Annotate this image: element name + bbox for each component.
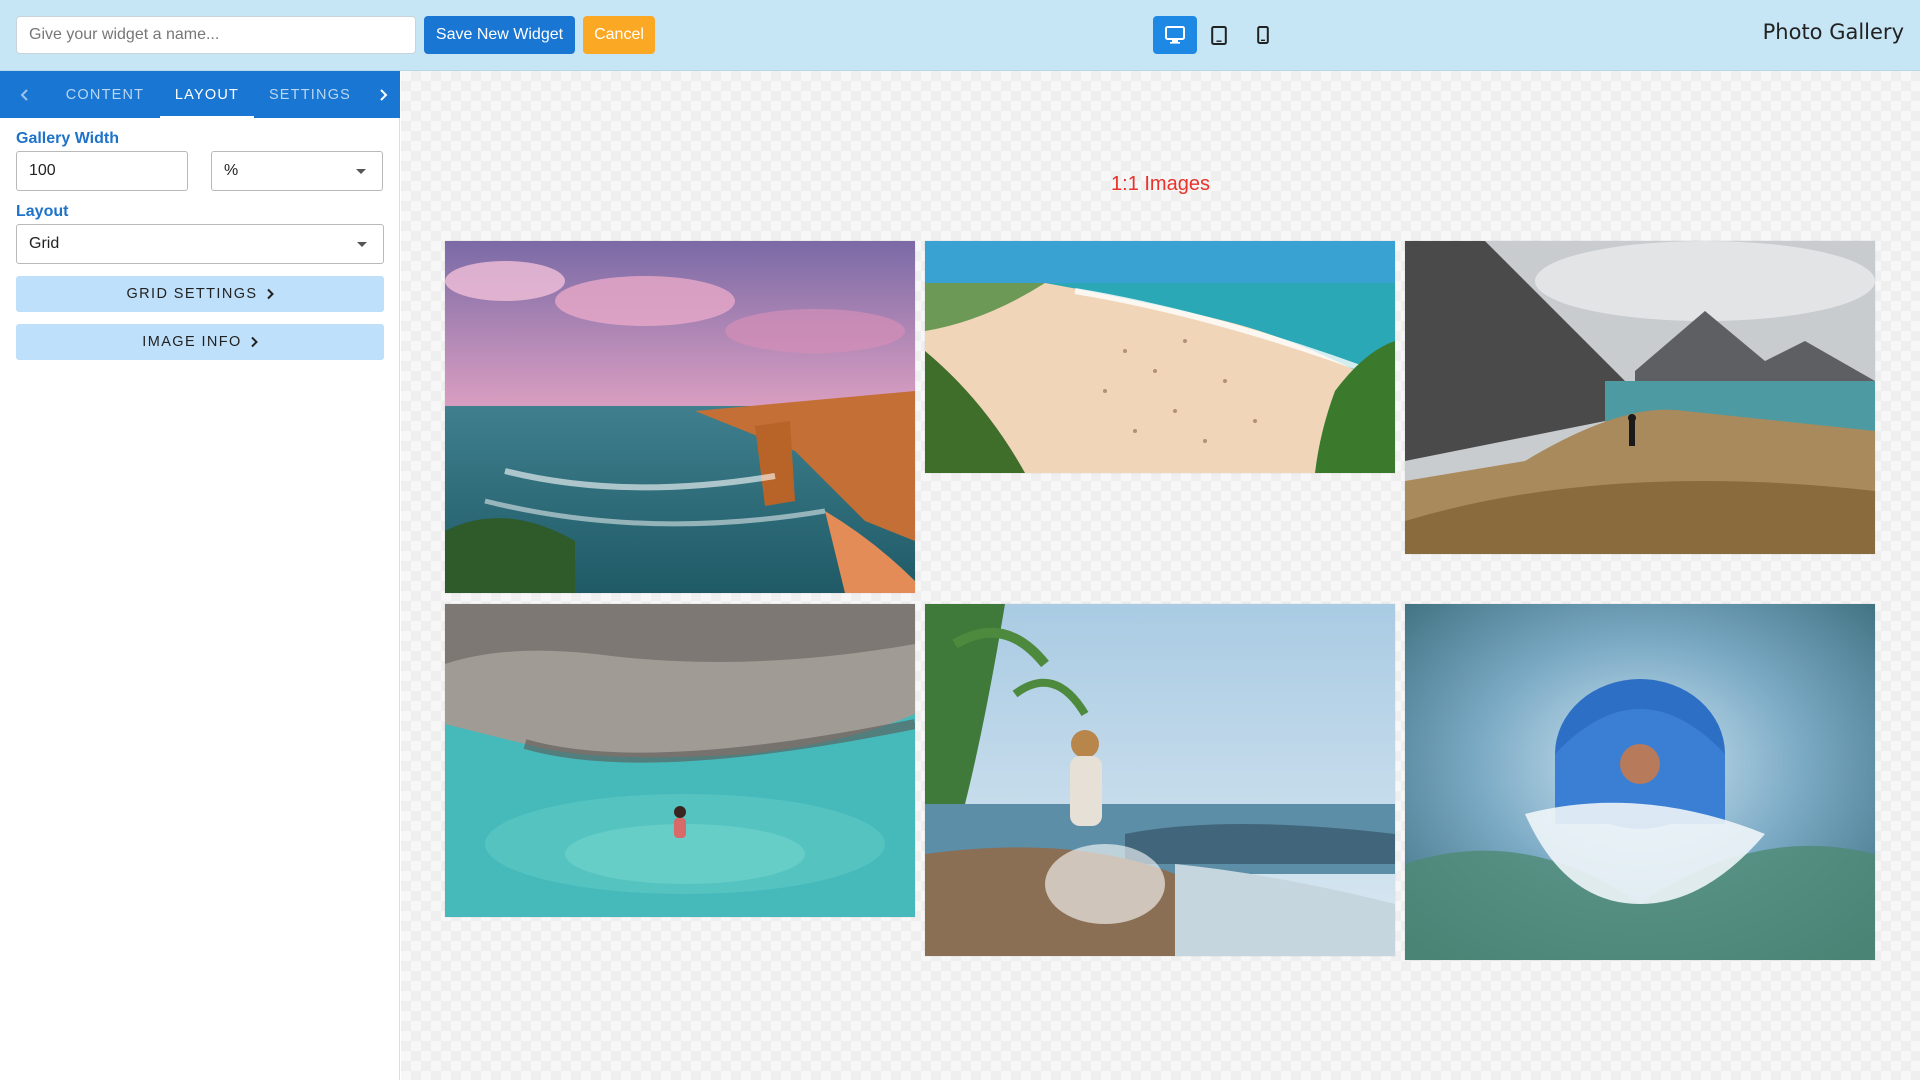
sidebar-tabs: Content Layout Settings [0,71,400,118]
tabs-scroll-right-button[interactable] [366,71,400,118]
device-preview-toggle [1153,16,1285,54]
image-info-button[interactable]: Image Info [16,324,384,360]
desktop-preview-button[interactable] [1153,16,1197,54]
chevron-right-icon [266,288,274,300]
gallery-image-coastal-cliffs-sunset[interactable] [445,241,915,593]
chevron-right-icon [250,336,258,348]
grid-settings-label: Grid Settings [126,286,258,302]
gallery-title: 1:1 Images [1111,173,1210,195]
tablet-preview-button[interactable] [1197,16,1241,54]
gallery-image-tropical-beach-splash[interactable] [925,604,1395,956]
dropdown-caret-icon [357,242,367,247]
gallery-width-input[interactable] [16,151,188,191]
gallery-image-mountain-fjord-hiker[interactable] [1405,241,1875,554]
chevron-left-icon [20,88,28,101]
gallery-width-unit-value: % [224,162,239,179]
tablet-icon [1211,25,1227,45]
layout-select-value: Grid [29,235,60,252]
layout-label: Layout [16,203,69,220]
editor-sidebar: Content Layout Settings Gallery Width % … [0,71,400,1080]
layout-panel: Gallery Width % Layout Grid Grid Setting… [0,118,399,372]
gallery-image-wave-barrel-surfer[interactable] [1405,604,1875,960]
widget-name-input[interactable] [16,16,416,54]
tab-content[interactable]: Content [50,71,160,118]
dropdown-caret-icon [356,169,366,174]
tab-layout[interactable]: Layout [160,71,254,118]
image-info-label: Image Info [142,334,242,350]
grid-settings-button[interactable]: Grid Settings [16,276,384,312]
save-new-widget-button[interactable]: Save New Widget [424,16,575,54]
cancel-button[interactable]: Cancel [583,16,655,54]
mobile-icon [1257,26,1269,44]
tab-settings[interactable]: Settings [254,71,366,118]
mobile-preview-button[interactable] [1241,16,1285,54]
layout-select[interactable]: Grid [16,224,384,264]
top-toolbar: Save New Widget Cancel Photo Gallery [0,0,1920,71]
app-title: Photo Gallery [1762,20,1904,44]
preview-canvas: 1:1 Images [401,71,1920,1080]
desktop-icon [1165,26,1185,44]
gallery-image-rock-cliff-lagoon-swimmer[interactable] [445,604,915,917]
gallery-width-label: Gallery Width [16,130,119,147]
gallery-image-crowded-beach-aerial[interactable] [925,241,1395,473]
chevron-right-icon [380,88,388,101]
tabs-scroll-left-button[interactable] [0,71,50,118]
gallery-width-row: % [16,151,383,191]
gallery-width-unit-select[interactable]: % [211,151,383,191]
